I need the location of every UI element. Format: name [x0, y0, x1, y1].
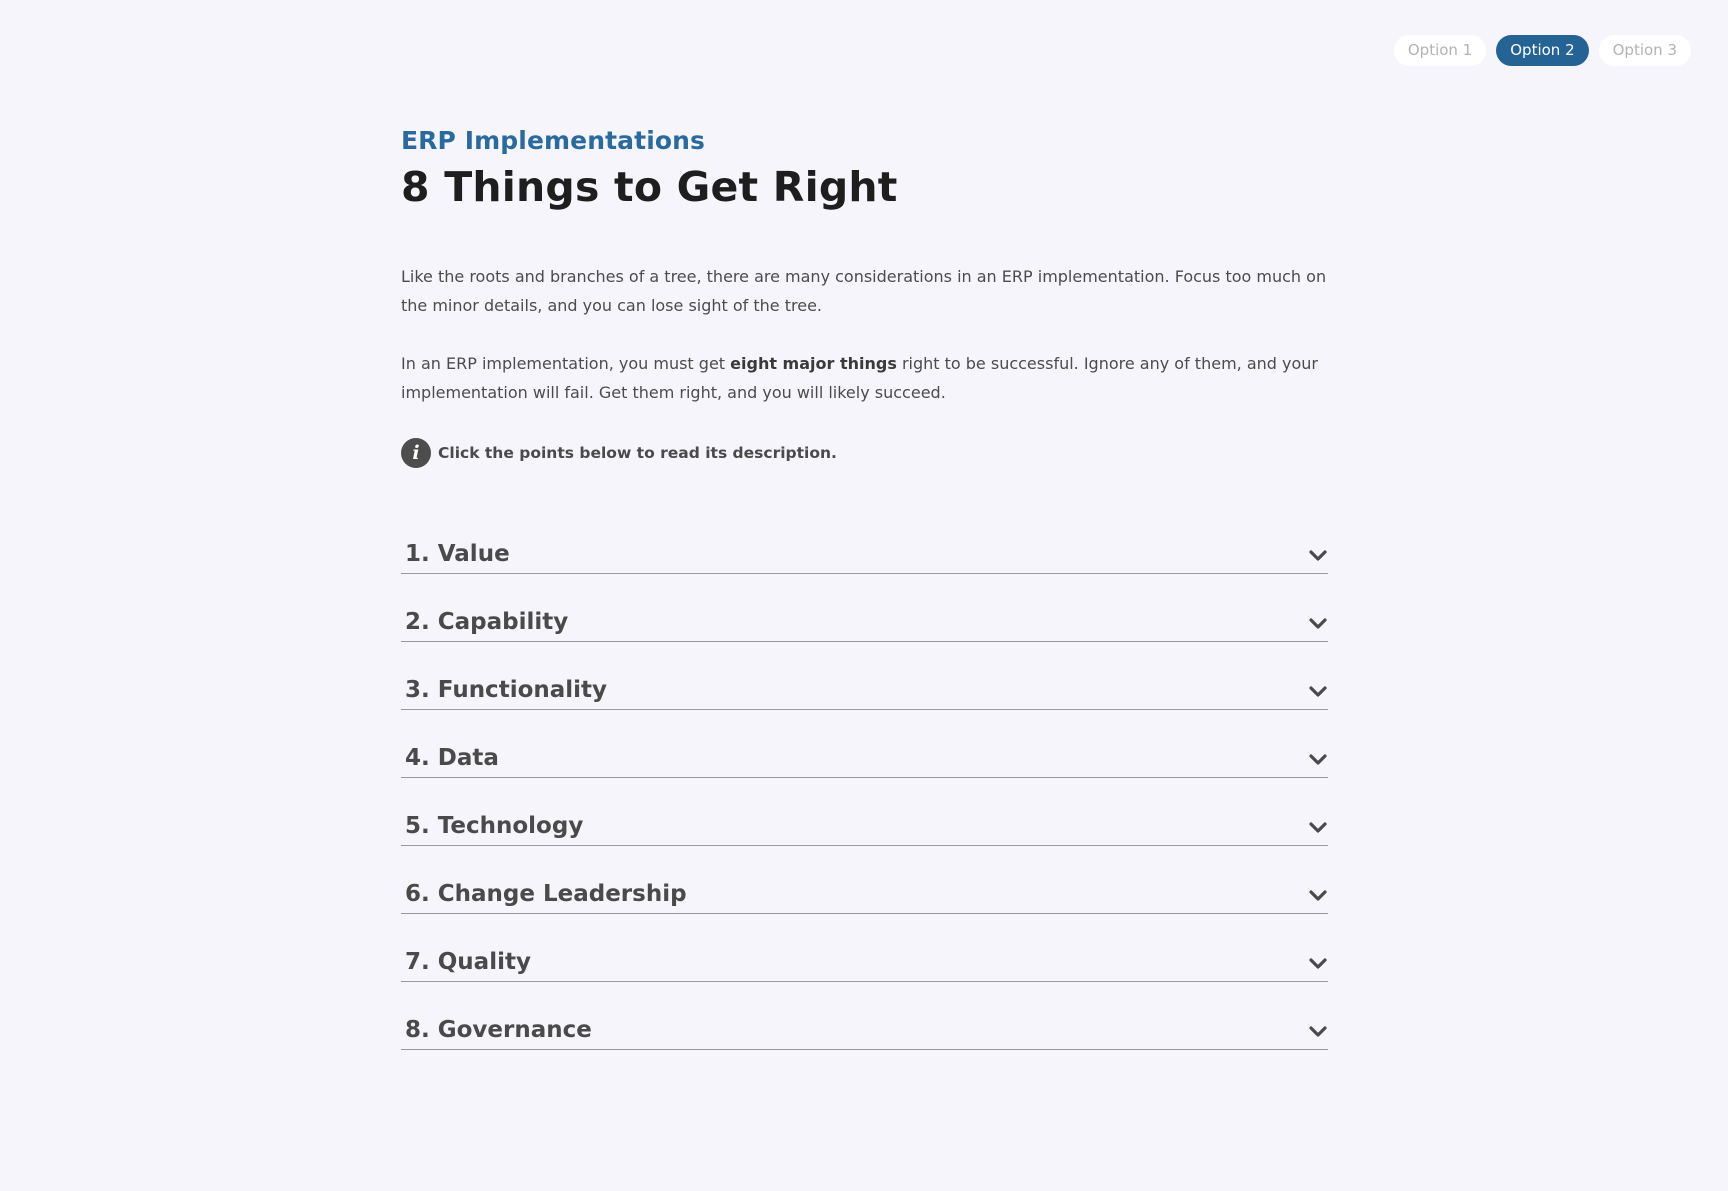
accordion-item-functionality[interactable]: 3. Functionality — [401, 642, 1328, 710]
accordion-item-label: 5. Technology — [405, 813, 584, 839]
intro-paragraph-2-emphasis: eight major things — [730, 354, 897, 373]
chevron-down-icon — [1309, 890, 1327, 901]
option-switcher: Option 1 Option 2 Option 3 — [1393, 35, 1691, 66]
accordion-item-label: 7. Quality — [405, 949, 531, 975]
accordion-item-quality[interactable]: 7. Quality — [401, 914, 1328, 982]
main-content: ERP Implementations 8 Things to Get Righ… — [401, 122, 1328, 1050]
option-3-button[interactable]: Option 3 — [1598, 35, 1691, 66]
info-icon: i — [401, 438, 431, 468]
intro-paragraph-2: In an ERP implementation, you must get e… — [401, 349, 1328, 407]
accordion-item-label: 2. Capability — [405, 609, 569, 635]
instruction-text: Click the points below to read its descr… — [438, 444, 837, 462]
option-2-button[interactable]: Option 2 — [1496, 35, 1589, 66]
chevron-down-icon — [1309, 822, 1327, 833]
accordion-item-label: 6. Change Leadership — [405, 881, 687, 907]
accordion-item-label: 3. Functionality — [405, 677, 608, 703]
chevron-down-icon — [1309, 550, 1327, 561]
eyebrow-heading: ERP Implementations — [401, 126, 706, 155]
chevron-down-icon — [1309, 958, 1327, 969]
intro-paragraph-2-start: In an ERP implementation, you must get — [401, 354, 731, 373]
instruction-hint: i Click the points below to read its des… — [401, 438, 1328, 468]
accordion-item-data[interactable]: 4. Data — [401, 710, 1328, 778]
accordion-item-label: 4. Data — [405, 745, 499, 771]
accordion-item-value[interactable]: 1. Value — [401, 506, 1328, 574]
accordion-item-governance[interactable]: 8. Governance — [401, 982, 1328, 1050]
accordion-item-technology[interactable]: 5. Technology — [401, 778, 1328, 846]
chevron-down-icon — [1309, 618, 1327, 629]
page-title: 8 Things to Get Right — [401, 163, 898, 211]
accordion-item-capability[interactable]: 2. Capability — [401, 574, 1328, 642]
chevron-down-icon — [1309, 686, 1327, 697]
accordion-item-change-leadership[interactable]: 6. Change Leadership — [401, 846, 1328, 914]
accordion: 1. Value 2. Capability 3. Functionality … — [401, 506, 1328, 1050]
chevron-down-icon — [1309, 1026, 1327, 1037]
chevron-down-icon — [1309, 754, 1327, 765]
option-1-button[interactable]: Option 1 — [1393, 35, 1487, 66]
page: Option 1 Option 2 Option 3 ERP Implement… — [0, 0, 1728, 1191]
intro-paragraph-1: Like the roots and branches of a tree, t… — [401, 267, 1327, 315]
accordion-item-label: 1. Value — [405, 541, 510, 567]
accordion-item-label: 8. Governance — [405, 1017, 592, 1043]
